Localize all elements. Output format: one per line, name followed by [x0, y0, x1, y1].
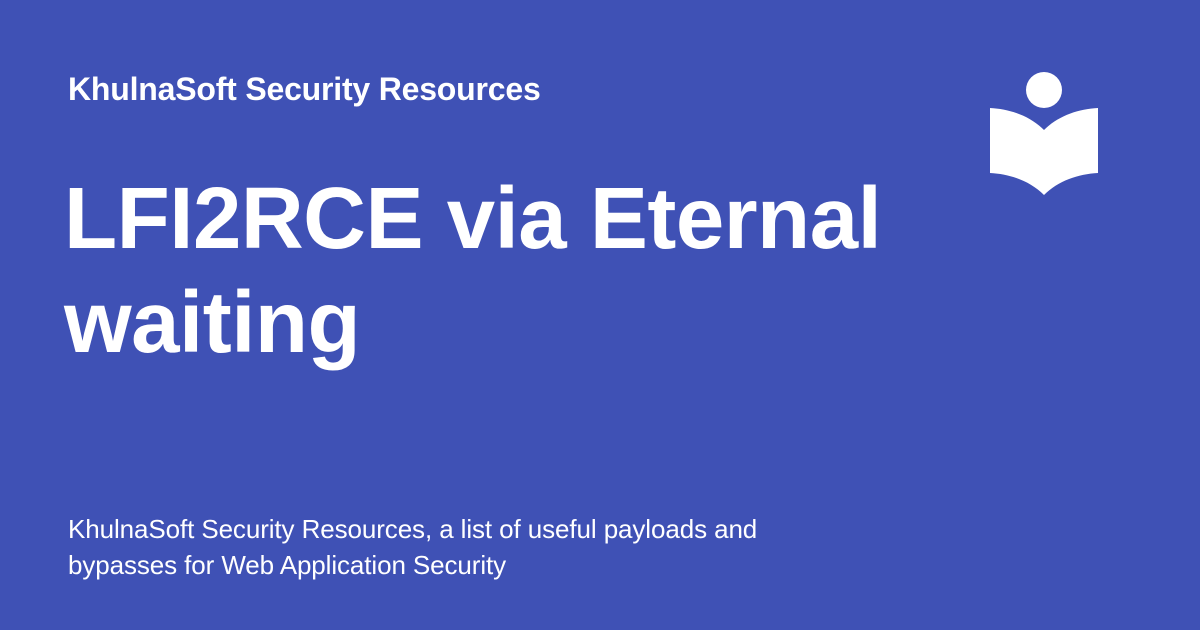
reader-book-icon	[990, 72, 1098, 196]
social-card: KhulnaSoft Security Resources LFI2RCE vi…	[0, 0, 1200, 630]
site-name: KhulnaSoft Security Resources	[68, 71, 541, 107]
page-title: LFI2RCE via Eternal waiting	[64, 170, 882, 371]
page-description: KhulnaSoft Security Resources, a list of…	[68, 514, 758, 580]
